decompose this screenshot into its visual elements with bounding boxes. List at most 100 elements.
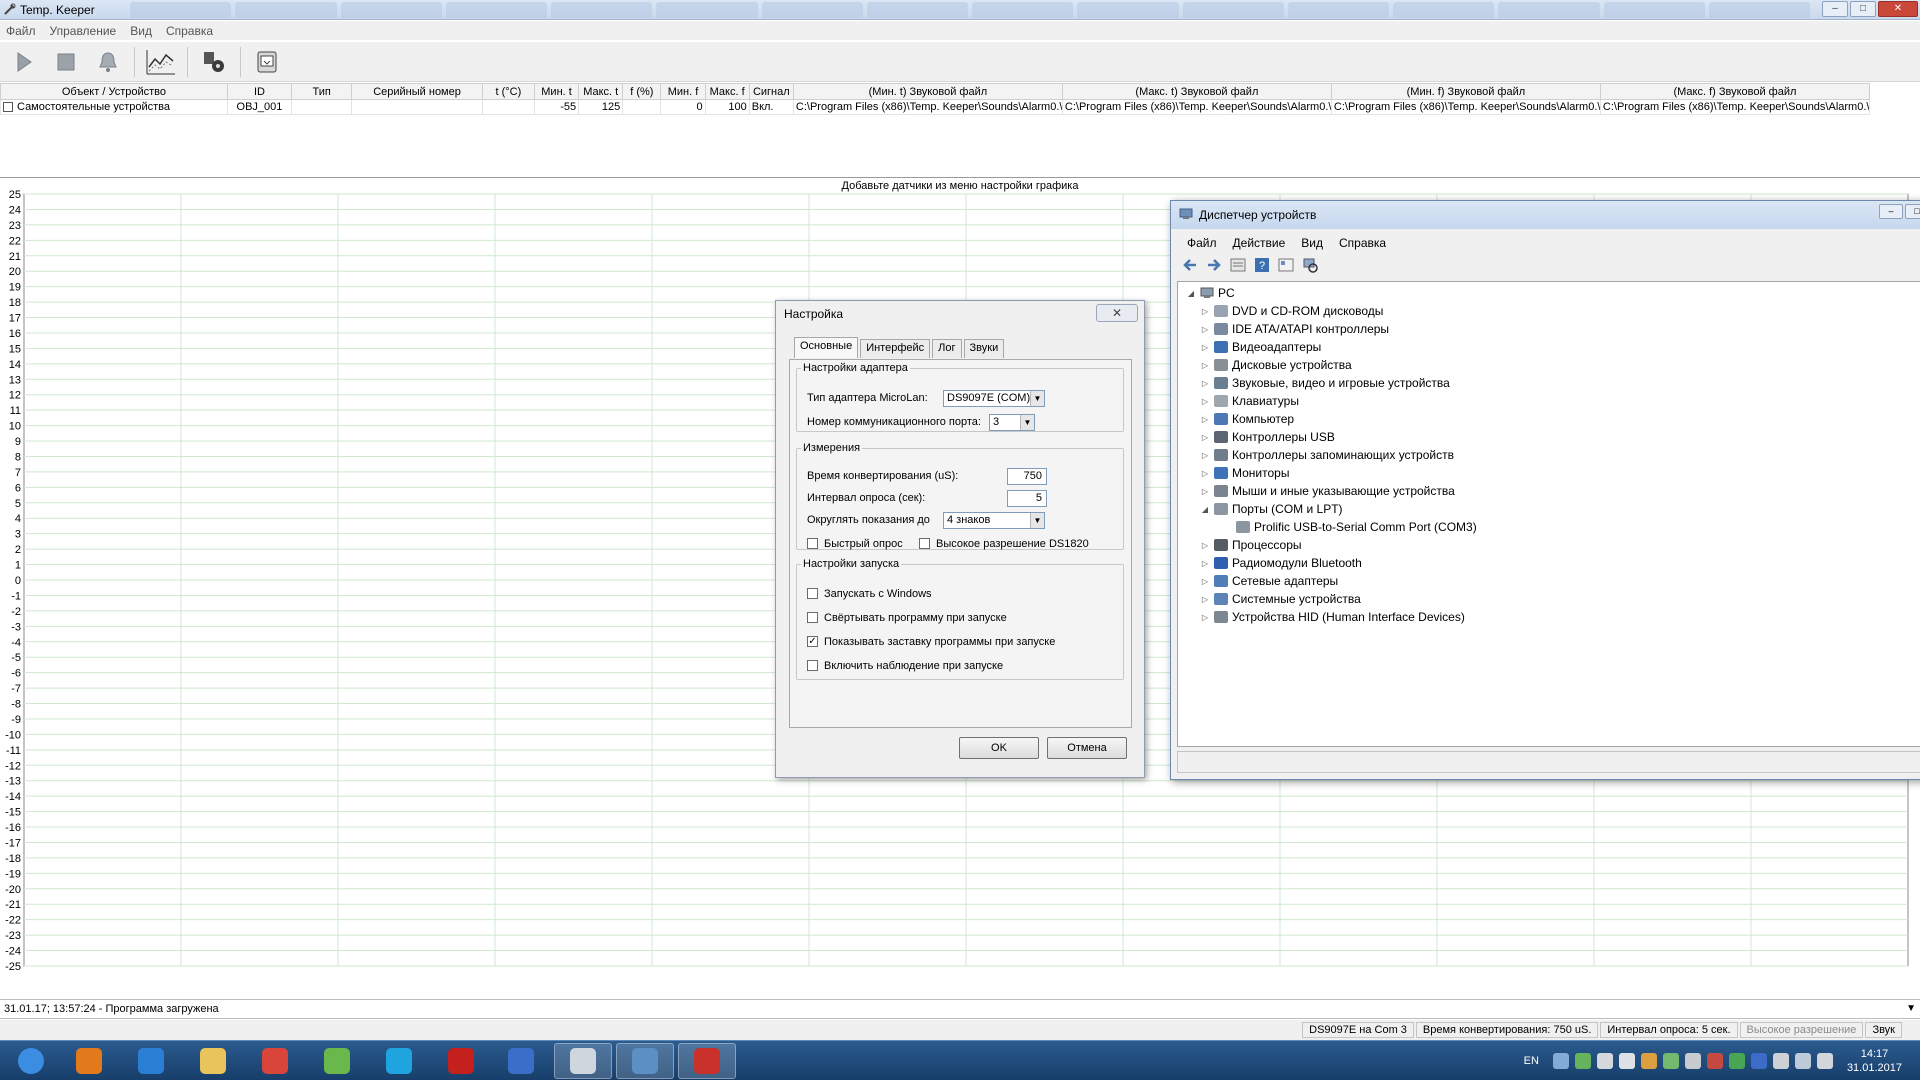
expand-icon[interactable]: ▷ bbox=[1200, 595, 1210, 604]
internet-explorer-icon[interactable] bbox=[122, 1043, 180, 1079]
expand-icon[interactable]: ▷ bbox=[1200, 577, 1210, 586]
tree-category-item[interactable]: ▷ Клавиатуры bbox=[1200, 394, 1299, 408]
tree-category-item[interactable]: ▷ Дисковые устройства bbox=[1200, 358, 1352, 372]
expand-icon[interactable]: ▷ bbox=[1200, 487, 1210, 496]
toolbox-icon[interactable] bbox=[678, 1043, 736, 1079]
tree-category-item[interactable]: ▷ Мыши и иные указывающие устройства bbox=[1200, 484, 1455, 498]
column-header[interactable]: Макс. f bbox=[704, 83, 750, 100]
chart-icon[interactable] bbox=[145, 46, 177, 78]
tree-root[interactable]: ◢ PC bbox=[1186, 286, 1235, 300]
check-tray-icon[interactable] bbox=[1728, 1053, 1745, 1069]
column-header[interactable]: f (%) bbox=[622, 83, 662, 100]
clock[interactable]: 14:17 31.01.2017 bbox=[1847, 1047, 1902, 1075]
app-tray-icon[interactable] bbox=[1684, 1053, 1701, 1069]
menu-file[interactable]: Файл bbox=[6, 24, 36, 38]
dm-menu-help[interactable]: Справка bbox=[1339, 236, 1386, 250]
dm-maximize-button[interactable]: □ bbox=[1905, 204, 1920, 219]
tree-category-item[interactable]: ▷ Контроллеры запоминающих устройств bbox=[1200, 448, 1454, 462]
column-header[interactable]: Серийный номер bbox=[351, 83, 483, 100]
windows-start-icon[interactable] bbox=[2, 1043, 60, 1079]
folder-tray-icon[interactable] bbox=[1618, 1053, 1635, 1069]
bell-icon[interactable] bbox=[92, 46, 124, 78]
dm-menu-action[interactable]: Действие bbox=[1233, 236, 1286, 250]
column-header[interactable]: Тип bbox=[291, 83, 353, 100]
monitor-on-start-checkbox[interactable]: Включить наблюдение при запуске bbox=[807, 659, 1003, 672]
signal-tray-icon[interactable] bbox=[1794, 1053, 1811, 1069]
forward-arrow-icon[interactable] bbox=[1205, 256, 1223, 274]
network-tray-icon[interactable] bbox=[1552, 1053, 1569, 1069]
table-cell-object[interactable]: Самостоятельные устройства bbox=[0, 99, 228, 115]
column-header[interactable]: Объект / Устройство bbox=[0, 83, 228, 100]
volume-tray-icon[interactable] bbox=[1816, 1053, 1833, 1069]
port-select[interactable]: 3 ▼ bbox=[989, 414, 1035, 431]
flag-tray-icon[interactable] bbox=[1772, 1053, 1789, 1069]
antivirus-tray-icon[interactable] bbox=[1640, 1053, 1657, 1069]
language-indicator[interactable]: EN bbox=[1524, 1055, 1539, 1067]
sync-tray-icon[interactable] bbox=[1662, 1053, 1679, 1069]
rounding-select[interactable]: 4 знаков ▼ bbox=[943, 512, 1045, 529]
ok-button[interactable]: OK bbox=[959, 737, 1039, 759]
maximize-button[interactable]: □ bbox=[1850, 1, 1876, 17]
tree-category-item[interactable]: ▷ Радиомодули Bluetooth bbox=[1200, 556, 1362, 570]
skype-icon[interactable] bbox=[370, 1043, 428, 1079]
dialog-close-button[interactable]: ✕ bbox=[1096, 304, 1138, 322]
fast-poll-checkbox[interactable]: Быстрый опрос bbox=[807, 537, 903, 550]
info-icon[interactable] bbox=[492, 1043, 550, 1079]
column-header[interactable]: t (°C) bbox=[481, 83, 535, 100]
column-header[interactable]: (Макс. t) Звуковой файл bbox=[1061, 83, 1332, 100]
dm-minimize-button[interactable]: – bbox=[1879, 204, 1903, 219]
media-player-icon[interactable] bbox=[60, 1043, 118, 1079]
expand-icon[interactable]: ▷ bbox=[1200, 325, 1210, 334]
column-header[interactable]: Сигнал bbox=[748, 83, 794, 100]
poll-interval-input[interactable]: 5 bbox=[1007, 490, 1047, 507]
update-tray-icon[interactable] bbox=[1574, 1053, 1591, 1069]
tab-general[interactable]: Основные bbox=[794, 337, 859, 358]
device-manager-icon[interactable] bbox=[616, 1043, 674, 1079]
expand-icon[interactable]: ▷ bbox=[1200, 559, 1210, 568]
column-header[interactable]: Мин. t bbox=[533, 83, 580, 100]
column-header[interactable]: (Макс. f) Звуковой файл bbox=[1599, 83, 1871, 100]
chrome-icon[interactable] bbox=[246, 1043, 304, 1079]
expand-icon[interactable]: ▷ bbox=[1200, 433, 1210, 442]
dm-menu-view[interactable]: Вид bbox=[1301, 236, 1323, 250]
close-button[interactable]: ✕ bbox=[1878, 1, 1918, 17]
tree-category-item[interactable]: ▷ Процессоры bbox=[1200, 538, 1302, 552]
back-arrow-icon[interactable] bbox=[1181, 256, 1199, 274]
column-header[interactable]: Макс. t bbox=[578, 83, 624, 100]
tab-interface[interactable]: Интерфейс bbox=[860, 339, 931, 358]
cancel-button[interactable]: Отмена bbox=[1047, 737, 1127, 759]
table-row[interactable]: Самостоятельные устройства OBJ_001 -55 1… bbox=[0, 99, 1871, 115]
view-icon[interactable] bbox=[1277, 256, 1295, 274]
chat-tray-icon[interactable] bbox=[1596, 1053, 1613, 1069]
tree-category-item[interactable]: ▷ Компьютер bbox=[1200, 412, 1294, 426]
minimize-on-start-checkbox[interactable]: Свёртывать программу при запуске bbox=[807, 611, 1007, 624]
expand-icon[interactable]: ▷ bbox=[1200, 343, 1210, 352]
column-header[interactable]: (Мин. f) Звуковой файл bbox=[1330, 83, 1601, 100]
play-icon[interactable] bbox=[8, 46, 40, 78]
expand-icon[interactable]: ▷ bbox=[1200, 469, 1210, 478]
expand-icon[interactable]: ▷ bbox=[1200, 397, 1210, 406]
column-header[interactable]: ID bbox=[226, 83, 293, 100]
launch-with-windows-checkbox[interactable]: Запускать с Windows bbox=[807, 587, 932, 600]
help-icon[interactable]: ? bbox=[1253, 256, 1271, 274]
tree-child-item[interactable]: Prolific USB-to-Serial Comm Port (COM3) bbox=[1222, 520, 1477, 534]
row-checkbox[interactable] bbox=[3, 102, 13, 113]
temp-keeper-icon[interactable] bbox=[554, 1043, 612, 1079]
menu-control[interactable]: Управление bbox=[50, 24, 117, 38]
collapse-icon[interactable]: ◢ bbox=[1186, 289, 1196, 298]
dm-menu-file[interactable]: Файл bbox=[1187, 236, 1217, 250]
bluetooth-tray-icon[interactable] bbox=[1750, 1053, 1767, 1069]
high-resolution-checkbox[interactable]: Высокое разрешение DS1820 bbox=[919, 537, 1089, 550]
tree-category-item[interactable]: ▷ Звуковые, видео и игровые устройства bbox=[1200, 376, 1450, 390]
expand-icon[interactable]: ▷ bbox=[1200, 361, 1210, 370]
menu-view[interactable]: Вид bbox=[130, 24, 152, 38]
show-splash-checkbox[interactable]: ✓ Показывать заставку программы при запус… bbox=[807, 635, 1055, 648]
collapse-icon[interactable]: ◢ bbox=[1200, 505, 1210, 514]
tree-category-item[interactable]: ▷ Мониторы bbox=[1200, 466, 1290, 480]
tree-category-item[interactable]: ▷ IDE ATA/ATAPI контроллеры bbox=[1200, 322, 1389, 336]
conversion-time-input[interactable]: 750 bbox=[1007, 468, 1047, 485]
tree-category-item[interactable]: ▷ Контроллеры USB bbox=[1200, 430, 1335, 444]
tab-sounds[interactable]: Звуки bbox=[963, 339, 1005, 358]
tab-log[interactable]: Лог bbox=[932, 339, 962, 358]
utorrent-icon[interactable] bbox=[308, 1043, 366, 1079]
